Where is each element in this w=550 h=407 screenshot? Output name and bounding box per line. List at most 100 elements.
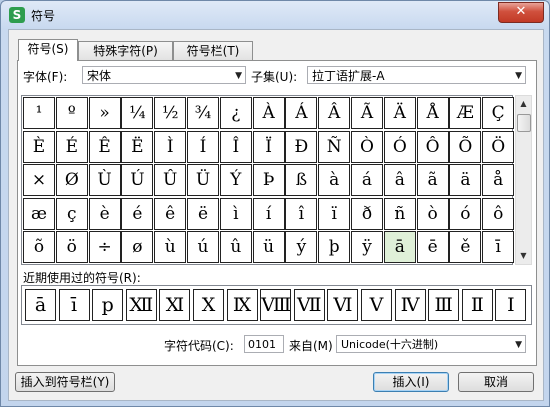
symbol-cell[interactable]: Ç bbox=[482, 97, 515, 129]
symbol-cell[interactable]: Ä bbox=[383, 97, 416, 129]
symbol-cell[interactable]: Þ bbox=[252, 164, 285, 197]
symbol-cell[interactable]: Õ bbox=[449, 130, 482, 163]
recent-symbol-cell[interactable]: Ⅲ bbox=[428, 289, 460, 321]
symbol-cell[interactable]: ä bbox=[449, 164, 482, 197]
symbol-cell[interactable]: í bbox=[252, 197, 285, 230]
symbol-cell[interactable]: ¿ bbox=[219, 97, 252, 129]
symbol-cell[interactable]: ù bbox=[154, 231, 187, 264]
symbol-cell[interactable]: Ê bbox=[88, 130, 121, 163]
symbol-cell[interactable]: ñ bbox=[383, 197, 416, 230]
symbol-cell[interactable]: Ò bbox=[351, 130, 383, 163]
symbol-cell[interactable]: º bbox=[55, 97, 88, 129]
symbol-cell[interactable]: ü bbox=[252, 231, 285, 264]
symbol-cell[interactable]: ß bbox=[285, 164, 318, 197]
symbol-cell[interactable]: ô bbox=[482, 197, 515, 230]
symbol-cell[interactable]: ā bbox=[383, 231, 416, 264]
symbol-cell[interactable]: ã bbox=[416, 164, 449, 197]
title-bar[interactable]: S 符号 ✕ bbox=[1, 1, 549, 29]
scroll-thumb[interactable] bbox=[517, 114, 531, 132]
recent-symbol-cell[interactable]: ā bbox=[25, 289, 56, 321]
recent-symbol-cell[interactable]: Ⅰ bbox=[495, 289, 527, 321]
symbol-cell[interactable]: Í bbox=[187, 130, 219, 163]
recent-symbol-cell[interactable]: Ⅸ bbox=[226, 289, 258, 321]
symbol-cell[interactable]: Û bbox=[154, 164, 187, 197]
symbol-cell[interactable]: × bbox=[23, 164, 55, 197]
symbol-cell[interactable]: Ö bbox=[482, 130, 515, 163]
cancel-button[interactable]: 取消 bbox=[458, 372, 534, 392]
recent-symbol-cell[interactable]: Ⅹ bbox=[193, 289, 224, 321]
symbol-cell[interactable]: Æ bbox=[449, 97, 482, 129]
symbol-cell[interactable]: Ð bbox=[285, 130, 318, 163]
symbol-cell[interactable]: À bbox=[252, 97, 285, 129]
recent-symbol-cell[interactable]: Ⅴ bbox=[361, 289, 392, 321]
symbol-cell[interactable]: é bbox=[121, 197, 154, 230]
symbol-cell[interactable]: ö bbox=[55, 231, 88, 264]
symbol-cell[interactable]: ¹ bbox=[23, 97, 55, 129]
symbol-cell[interactable]: è bbox=[88, 197, 121, 230]
symbol-cell[interactable]: Å bbox=[416, 97, 449, 129]
symbol-cell[interactable]: á bbox=[351, 164, 383, 197]
symbol-cell[interactable]: â bbox=[383, 164, 416, 197]
tab-special-chars[interactable]: 特殊字符(P) bbox=[78, 41, 173, 60]
symbol-cell[interactable]: ì bbox=[219, 197, 252, 230]
recent-symbol-cell[interactable]: ī bbox=[58, 289, 90, 321]
symbol-cell[interactable]: ë bbox=[187, 197, 219, 230]
symbol-cell[interactable]: Ú bbox=[121, 164, 154, 197]
symbol-cell[interactable]: Ô bbox=[416, 130, 449, 163]
from-select[interactable]: Unicode(十六进制) ▼ bbox=[336, 335, 526, 353]
scroll-down-arrow-icon[interactable]: ▼ bbox=[516, 248, 531, 264]
symbol-cell[interactable]: È bbox=[23, 130, 55, 163]
tab-symbols[interactable]: 符号(S) bbox=[18, 39, 78, 61]
symbol-cell[interactable]: ø bbox=[121, 231, 154, 264]
symbol-cell[interactable]: Ó bbox=[383, 130, 416, 163]
symbol-cell[interactable]: Î bbox=[219, 130, 252, 163]
symbol-cell[interactable]: Á bbox=[285, 97, 318, 129]
symbol-cell[interactable]: ½ bbox=[154, 97, 187, 129]
symbol-cell[interactable]: Ü bbox=[187, 164, 219, 197]
symbol-cell[interactable]: » bbox=[88, 97, 121, 129]
subset-select[interactable]: 拉丁语扩展-A ▼ bbox=[307, 66, 526, 84]
symbol-cell[interactable]: ¼ bbox=[121, 97, 154, 129]
symbol-cell[interactable]: æ bbox=[23, 197, 55, 230]
symbol-cell[interactable]: Ì bbox=[154, 130, 187, 163]
insert-button[interactable]: 插入(I) bbox=[373, 372, 449, 392]
symbol-cell[interactable]: å bbox=[482, 164, 515, 197]
symbol-cell[interactable]: Ù bbox=[88, 164, 121, 197]
symbol-cell[interactable]: Ý bbox=[219, 164, 252, 197]
symbol-cell[interactable]: ý bbox=[285, 231, 318, 264]
symbol-cell[interactable]: ç bbox=[55, 197, 88, 230]
symbol-cell[interactable]: Ë bbox=[121, 130, 154, 163]
symbol-cell[interactable]: ě bbox=[449, 231, 482, 264]
recent-symbol-cell[interactable]: p bbox=[92, 289, 124, 321]
char-code-input[interactable]: 0101 bbox=[244, 335, 284, 353]
symbol-cell[interactable]: ó bbox=[449, 197, 482, 230]
insert-to-symbol-bar-button[interactable]: 插入到符号栏(Y) bbox=[15, 372, 115, 392]
recent-symbol-cell[interactable]: Ⅷ bbox=[260, 289, 292, 321]
symbol-cell[interactable]: Ã bbox=[351, 97, 383, 129]
symbol-cell[interactable]: þ bbox=[318, 231, 351, 264]
symbol-cell[interactable]: õ bbox=[23, 231, 55, 264]
symbol-cell[interactable]: Â bbox=[318, 97, 351, 129]
close-button[interactable]: ✕ bbox=[498, 2, 544, 23]
symbol-cell[interactable]: Ø bbox=[55, 164, 88, 197]
symbol-cell[interactable]: ÷ bbox=[88, 231, 121, 264]
symbol-cell[interactable]: ¾ bbox=[187, 97, 219, 129]
font-select[interactable]: 宋体 ▼ bbox=[82, 66, 246, 84]
symbol-cell[interactable]: î bbox=[285, 197, 318, 230]
symbol-cell[interactable]: Ï bbox=[252, 130, 285, 163]
symbol-cell[interactable]: ð bbox=[351, 197, 383, 230]
symbol-cell[interactable]: Ñ bbox=[318, 130, 351, 163]
symbol-cell[interactable]: É bbox=[55, 130, 88, 163]
symbol-cell[interactable]: ï bbox=[318, 197, 351, 230]
scroll-up-arrow-icon[interactable]: ▲ bbox=[516, 96, 531, 112]
recent-symbol-cell[interactable]: Ⅱ bbox=[461, 289, 493, 321]
symbol-cell[interactable]: ī bbox=[482, 231, 515, 264]
recent-symbol-cell[interactable]: Ⅶ bbox=[293, 289, 325, 321]
symbol-cell[interactable]: ē bbox=[416, 231, 449, 264]
recent-symbol-cell[interactable]: Ⅳ bbox=[394, 289, 426, 321]
recent-symbol-cell[interactable]: Ⅻ bbox=[125, 289, 157, 321]
symbol-grid-scrollbar[interactable]: ▲ ▼ bbox=[515, 95, 532, 265]
tab-symbol-bar[interactable]: 符号栏(T) bbox=[173, 41, 253, 60]
symbol-cell[interactable]: ê bbox=[154, 197, 187, 230]
symbol-cell[interactable]: à bbox=[318, 164, 351, 197]
